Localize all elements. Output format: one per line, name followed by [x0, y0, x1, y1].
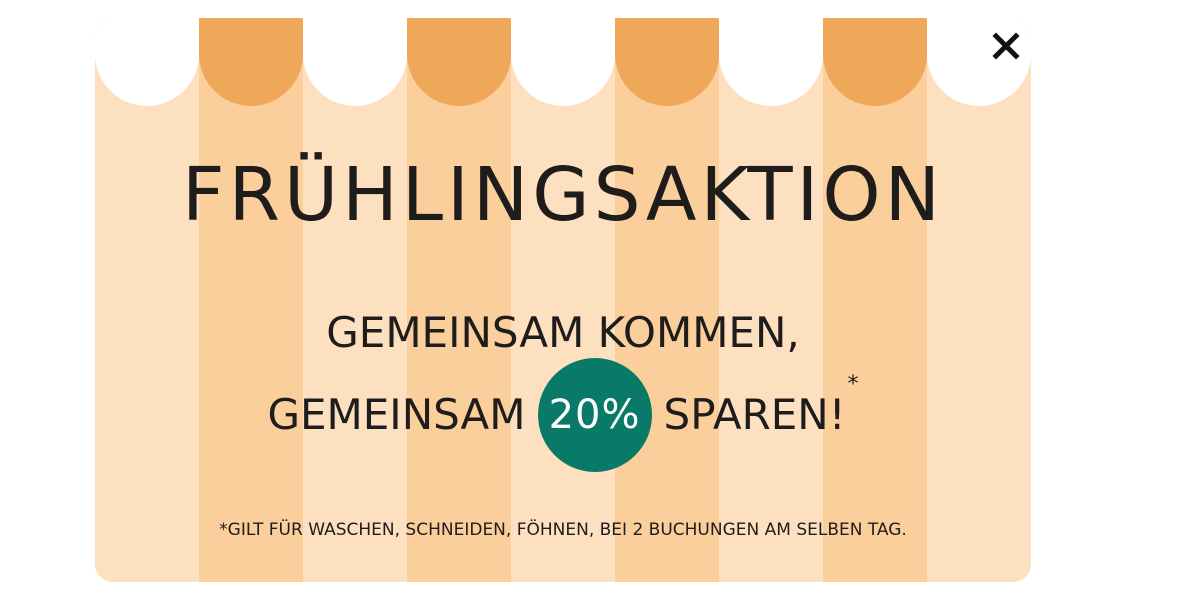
awning-scallop	[823, 18, 927, 106]
promo-headline: FRÜHLINGSAKTION	[182, 152, 944, 238]
awning-scallop	[407, 18, 511, 106]
close-icon	[992, 32, 1020, 60]
promo-footnote: *GILT FÜR WASCHEN, SCHNEIDEN, FÖHNEN, BE…	[219, 520, 907, 540]
promo-line-two-end: SPAREN!*	[664, 374, 859, 436]
awning-scallop	[615, 18, 719, 106]
awning-scallop	[95, 18, 199, 106]
promo-line-two-end-text: SPAREN!	[663, 390, 846, 439]
promo-line-two-start: GEMEINSAM	[267, 390, 526, 439]
discount-badge: 20%	[537, 358, 652, 472]
awning-scallop	[199, 18, 303, 106]
close-button[interactable]	[984, 24, 1028, 68]
awning-scallop	[303, 18, 407, 106]
promo-line-two: GEMEINSAM 20% SPAREN!*	[95, 358, 1031, 472]
awning-scallop	[719, 18, 823, 106]
awning-scallops	[95, 18, 1031, 106]
promo-line-one: GEMEINSAM KOMMEN,	[326, 308, 800, 357]
footnote-marker: *	[847, 372, 859, 397]
promo-card	[95, 18, 1031, 582]
awning-scallop	[511, 18, 615, 106]
